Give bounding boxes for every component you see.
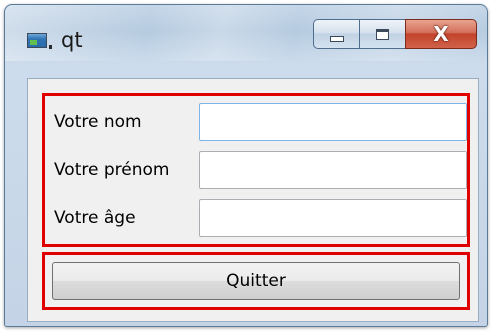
minimize-button[interactable] bbox=[313, 19, 359, 49]
minimize-icon bbox=[329, 35, 344, 42]
form-row-prenom: Votre prénom bbox=[45, 151, 467, 191]
qt-window-icon bbox=[27, 33, 52, 49]
nom-label: Votre nom bbox=[54, 112, 142, 132]
window-title: qt bbox=[61, 28, 83, 52]
maximize-icon bbox=[376, 28, 389, 40]
age-label: Votre âge bbox=[54, 208, 136, 228]
button-layout-highlight: Quitter bbox=[42, 252, 470, 310]
nom-input[interactable] bbox=[199, 103, 467, 141]
client-area: Votre nom Votre prénom Votre âge Quitter bbox=[27, 78, 479, 322]
prenom-label: Votre prénom bbox=[54, 160, 170, 180]
title-bar[interactable]: qt X bbox=[5, 5, 487, 61]
age-input[interactable] bbox=[199, 199, 467, 237]
close-icon: X bbox=[433, 22, 449, 46]
maximize-button[interactable] bbox=[359, 19, 405, 49]
prenom-input[interactable] bbox=[199, 151, 467, 189]
quit-button[interactable]: Quitter bbox=[52, 262, 460, 300]
close-button[interactable]: X bbox=[405, 19, 477, 49]
caption-buttons: X bbox=[313, 19, 477, 49]
form-row-age: Votre âge bbox=[45, 199, 467, 239]
form-layout-highlight: Votre nom Votre prénom Votre âge bbox=[42, 93, 470, 247]
form-row-nom: Votre nom bbox=[45, 103, 467, 143]
app-window: qt X Votre nom Votre prénom Votre âge Qu… bbox=[4, 4, 488, 327]
